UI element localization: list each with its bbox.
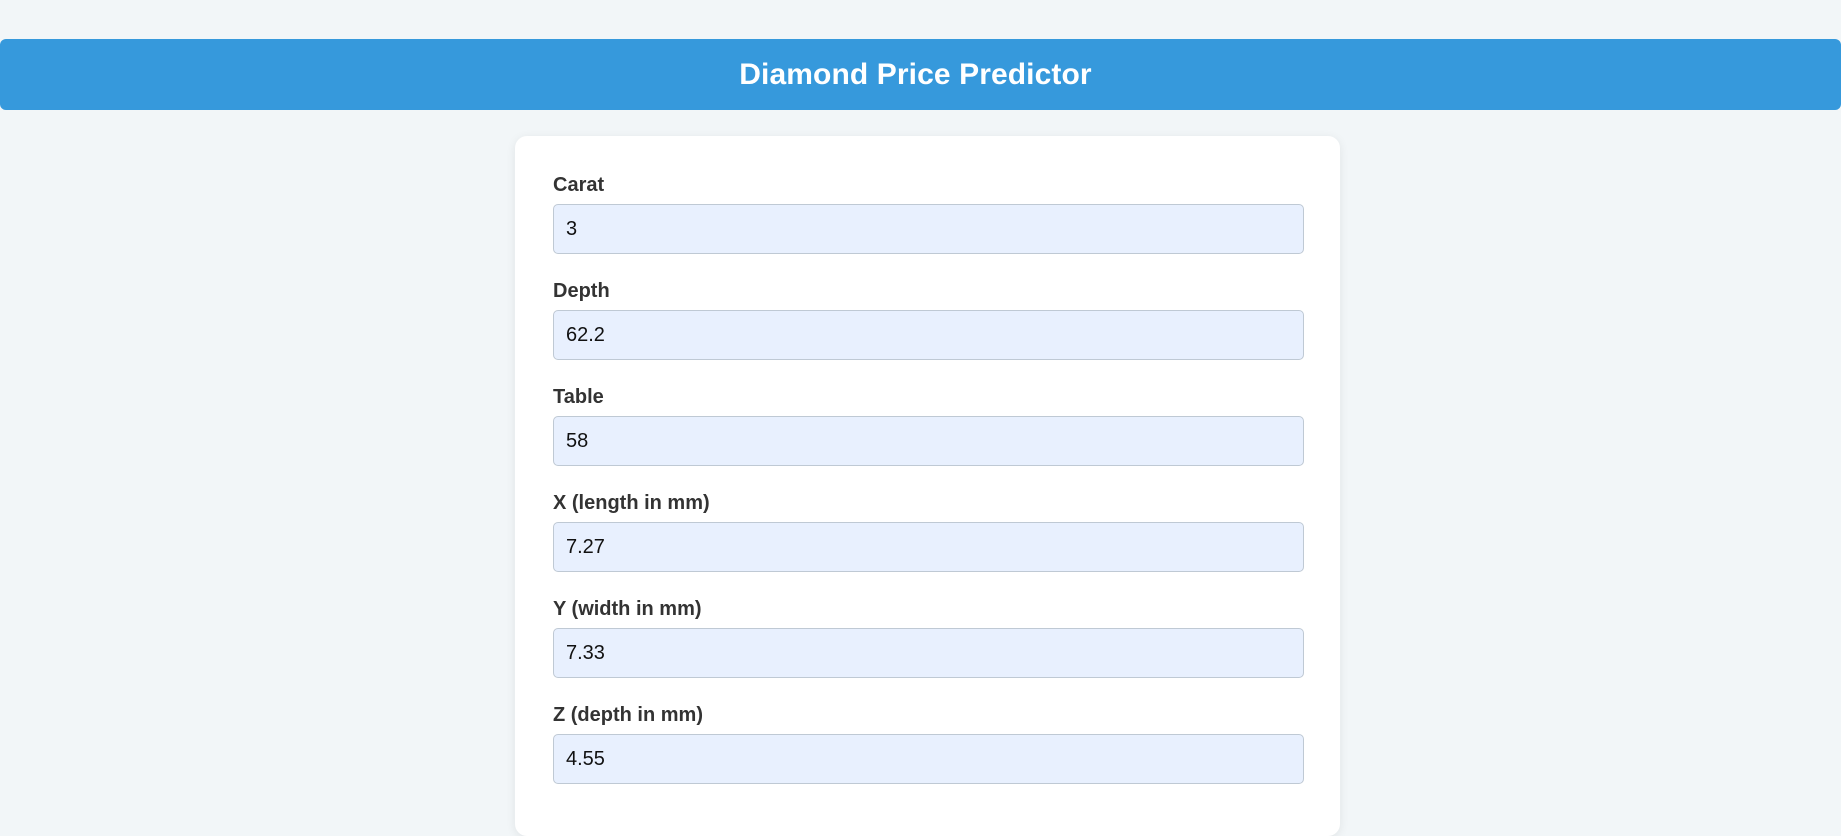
depth-label: Depth — [553, 280, 610, 302]
z-depth-form-group: Z (depth in mm) — [553, 704, 1304, 784]
z-depth-input[interactable] — [553, 734, 1304, 784]
x-length-input[interactable] — [553, 522, 1304, 572]
table-input[interactable] — [553, 416, 1304, 466]
page-title: Diamond Price Predictor — [739, 57, 1092, 91]
prediction-form-card: Carat Depth Table X (length in mm) Y (wi… — [515, 136, 1340, 836]
table-form-group: Table — [553, 386, 1304, 466]
depth-form-group: Depth — [553, 280, 1304, 360]
y-width-form-group: Y (width in mm) — [553, 598, 1304, 678]
y-width-label: Y (width in mm) — [553, 598, 702, 620]
table-label: Table — [553, 386, 604, 408]
x-length-label: X (length in mm) — [553, 492, 710, 514]
carat-input[interactable] — [553, 204, 1304, 254]
z-depth-label: Z (depth in mm) — [553, 704, 703, 726]
depth-input[interactable] — [553, 310, 1304, 360]
y-width-input[interactable] — [553, 628, 1304, 678]
carat-label: Carat — [553, 174, 605, 196]
page-header: Diamond Price Predictor — [0, 39, 1841, 110]
x-length-form-group: X (length in mm) — [553, 492, 1304, 572]
carat-form-group: Carat — [553, 174, 1304, 254]
